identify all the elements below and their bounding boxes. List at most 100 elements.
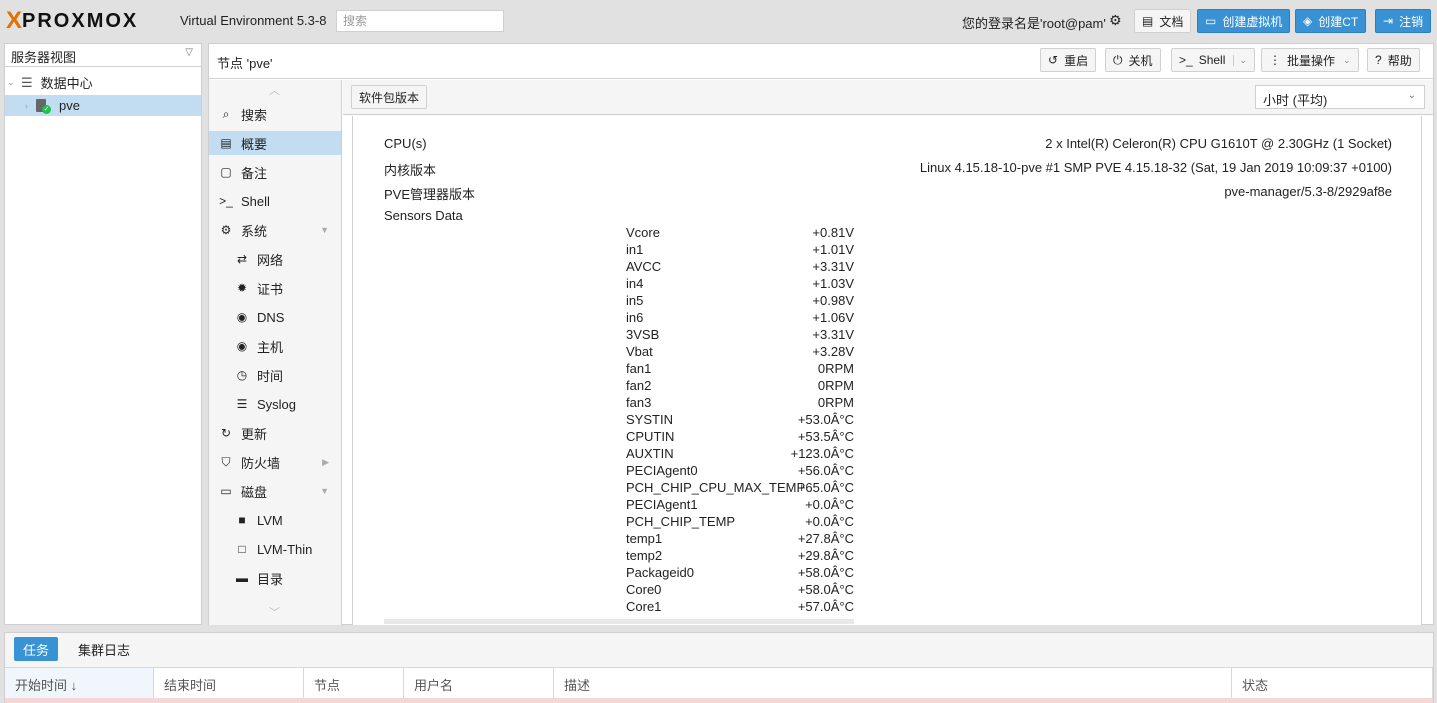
sensor-value: +3.28V — [812, 344, 854, 359]
sensor-value: +56.0Â°C — [797, 463, 854, 478]
nav-item-syslog[interactable]: ☰ Syslog — [209, 392, 341, 416]
caret-down-icon[interactable]: ▼ — [320, 486, 329, 496]
create-vm-button[interactable]: ▭ 创建虚拟机 — [1197, 9, 1291, 33]
nav-item-certificates[interactable]: ✹ 证书 — [209, 276, 341, 300]
nav-item-search[interactable]: ⌕ 搜索 — [209, 102, 341, 126]
refresh-icon: ↻ — [220, 426, 232, 440]
horizontal-scrollbar[interactable] — [384, 619, 854, 624]
chevron-down-icon[interactable]: ⌄ — [1233, 54, 1247, 66]
sensor-row: in6 +1.06V — [626, 310, 854, 327]
column-header-username[interactable]: 用户名 — [404, 667, 554, 698]
sensor-row: PCH_CHIP_CPU_MAX_TEMP +65.0Â°C — [626, 480, 854, 497]
nav-item-summary[interactable]: ▤ 概要 — [209, 131, 341, 155]
caret-down-icon[interactable]: ▼ — [320, 225, 329, 235]
sensor-name: temp2 — [626, 548, 663, 563]
nav-item-firewall[interactable]: ⛉ 防火墙 ▶ — [209, 450, 341, 474]
nav-label: 更新 — [241, 426, 268, 442]
proxmox-logo[interactable]: X PROXMOX — [6, 7, 138, 35]
tree-item-datacenter[interactable]: ⌄ ☰ 数据中心 — [5, 72, 201, 93]
globe-icon: ◉ — [236, 339, 248, 353]
expand-icon[interactable]: › — [25, 101, 35, 111]
sensor-value: +0.0Â°C — [805, 497, 854, 512]
sensor-row: Core0 +58.0Â°C — [626, 582, 854, 599]
nav-label: 磁盘 — [241, 484, 268, 500]
shutdown-label: 关机 — [1128, 53, 1153, 68]
column-header-description[interactable]: 描述 — [554, 667, 1232, 698]
nav-item-shell[interactable]: >_ Shell — [209, 189, 341, 213]
collapse-icon[interactable]: ⌄ — [7, 77, 17, 88]
search-input[interactable] — [336, 10, 504, 32]
info-value: Linux 4.15.18-10-pve #1 SMP PVE 4.15.18-… — [919, 160, 1392, 175]
view-selector[interactable]: 服务器视图 ▽ — [4, 43, 202, 67]
nav-item-system[interactable]: ⚙ 系统 ▼ — [209, 218, 341, 242]
nav-item-updates[interactable]: ↻ 更新 — [209, 421, 341, 445]
sensor-value: +57.0Â°C — [797, 599, 854, 614]
nav-item-time[interactable]: ◷ 时间 — [209, 363, 341, 387]
shell-button[interactable]: >_ Shell ⌄ — [1171, 48, 1255, 72]
sensor-value: +53.0Â°C — [797, 412, 854, 427]
restart-button[interactable]: ↺ 重启 — [1040, 48, 1097, 72]
package-versions-button[interactable]: 软件包版本 — [351, 85, 428, 109]
sensor-value: +58.0Â°C — [797, 582, 854, 597]
shutdown-button[interactable]: ⏻ 关机 — [1105, 48, 1161, 72]
nav-label: Syslog — [257, 396, 297, 412]
sensor-name: fan1 — [626, 361, 652, 376]
column-header-start-time[interactable]: 开始时间 ↓ — [5, 667, 154, 698]
create-ct-button[interactable]: ◈ 创建CT — [1295, 9, 1367, 33]
globe-icon: ◉ — [236, 310, 248, 324]
nav-item-hosts[interactable]: ◉ 主机 — [209, 334, 341, 358]
info-row-kernel: 内核版本 Linux 4.15.18-10-pve #1 SMP PVE 4.1… — [384, 160, 1392, 180]
sensor-value: +0.0Â°C — [805, 514, 854, 529]
sensor-name: CPUTIN — [626, 429, 675, 444]
info-key: PVE管理器版本 — [384, 187, 476, 202]
nav-label: 备注 — [241, 165, 268, 181]
column-header-end-time[interactable]: 结束时间 — [154, 667, 304, 698]
chevron-down-icon[interactable]: ▽ — [185, 47, 193, 58]
scroll-up-icon[interactable]: ︿ — [269, 82, 280, 98]
tab-tasks[interactable]: 任务 — [14, 637, 59, 661]
docs-button-label: 文档 — [1159, 14, 1184, 29]
sensor-value: 0RPM — [817, 361, 854, 376]
logout-label: 注销 — [1399, 14, 1424, 29]
column-header-node[interactable]: 节点 — [304, 667, 404, 698]
tree-item-node[interactable]: › ✓ pve — [5, 95, 201, 116]
desktop-icon: ▭ — [1205, 14, 1217, 28]
nav-item-notes[interactable]: ▢ 备注 — [209, 160, 341, 184]
nav-label: DNS — [257, 309, 285, 325]
gear-icon[interactable]: ⚙ — [1109, 12, 1122, 29]
scroll-down-icon[interactable]: ﹀ — [269, 604, 280, 620]
cube-icon: ◈ — [1303, 14, 1313, 28]
caret-right-icon[interactable]: ▶ — [322, 457, 329, 468]
nav-item-dns[interactable]: ◉ DNS — [209, 305, 341, 329]
nav-item-directory[interactable]: ▬ 目录 — [209, 566, 341, 590]
sensor-value: +0.98V — [812, 293, 854, 308]
chevron-down-icon[interactable]: ⌄ — [1408, 90, 1416, 101]
node-online-icon: ✓ — [35, 98, 51, 114]
docs-button[interactable]: ▤ 文档 — [1134, 9, 1192, 33]
create-ct-label: 创建CT — [1318, 14, 1359, 29]
column-header-status[interactable]: 状态 — [1232, 667, 1433, 698]
nav-item-lvm-thin[interactable]: □ LVM-Thin — [209, 537, 341, 561]
chevron-down-icon[interactable]: ⌄ — [1343, 55, 1351, 66]
sensor-row: AUXTIN +123.0Â°C — [626, 446, 854, 463]
timeframe-select[interactable]: 小时 (平均) ⌄ — [1255, 85, 1425, 109]
nav-item-network[interactable]: ⇄ 网络 — [209, 247, 341, 271]
sensor-row: fan3 0RPM — [626, 395, 854, 412]
bulk-actions-button[interactable]: ⋮ 批量操作 ⌄ — [1261, 48, 1359, 72]
nav-item-lvm[interactable]: ■ LVM — [209, 508, 341, 532]
info-row-pve-manager: PVE管理器版本 pve-manager/5.3-8/2929af8e — [384, 184, 1392, 204]
sensor-name: Core0 — [626, 582, 662, 597]
logo-wordmark: PROXMOX — [22, 9, 139, 32]
nav-item-disks[interactable]: ▭ 磁盘 ▼ — [209, 479, 341, 503]
sensor-value: +65.0Â°C — [797, 480, 854, 495]
error-task-row[interactable] — [5, 698, 1433, 703]
sensor-name: AVCC — [626, 259, 662, 274]
sensor-row: in1 +1.01V — [626, 242, 854, 259]
logout-button[interactable]: ⇥ 注销 — [1375, 9, 1432, 33]
resource-tree-panel — [4, 43, 202, 625]
sensor-value: +3.31V — [812, 327, 854, 342]
tab-cluster-log[interactable]: 集群日志 — [69, 637, 139, 661]
nav-label: 证书 — [257, 281, 284, 297]
help-button[interactable]: ? 帮助 — [1367, 48, 1420, 72]
sensor-value: 0RPM — [817, 395, 854, 410]
